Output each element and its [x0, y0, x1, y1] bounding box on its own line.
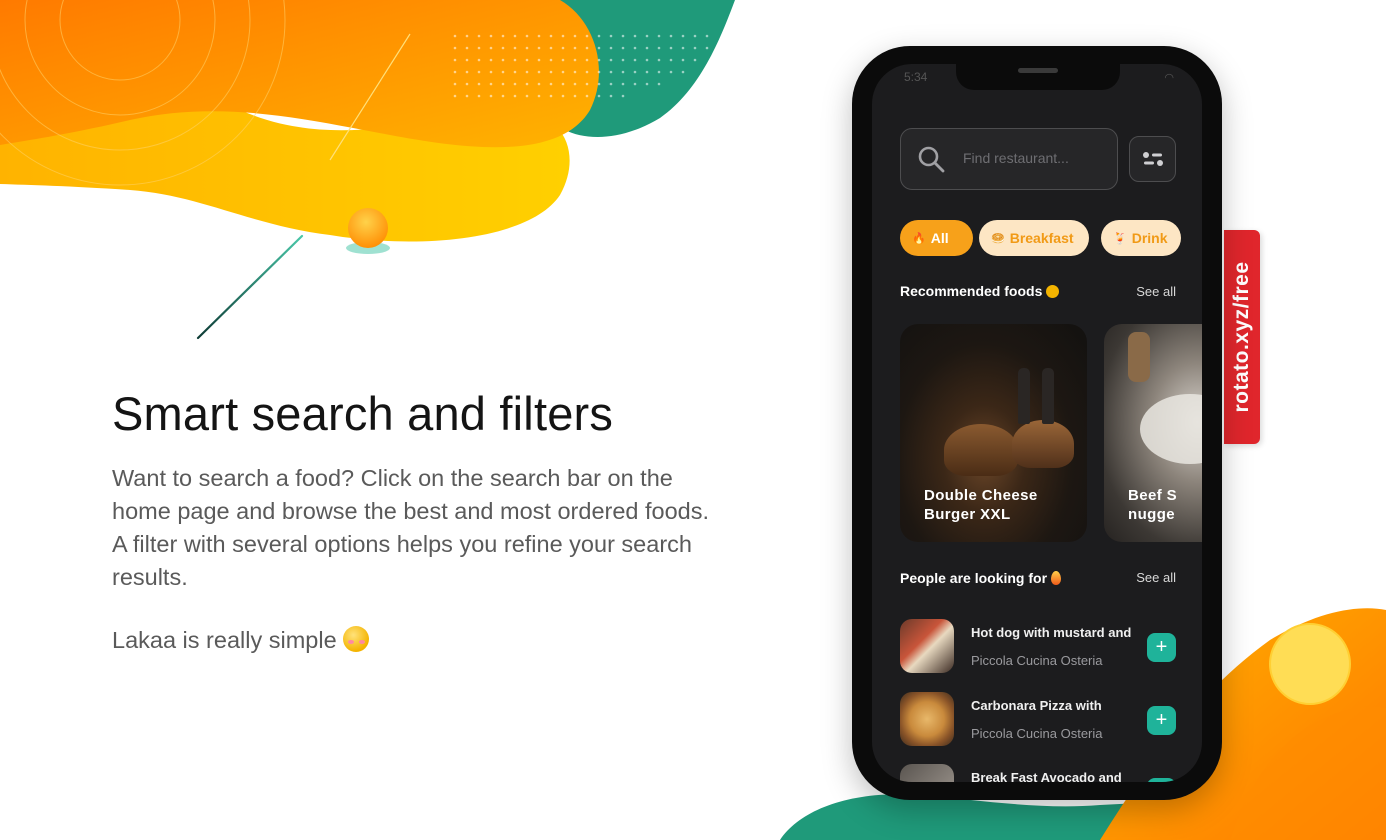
item-name: Break Fast Avocado and: [971, 770, 1122, 782]
search-bar[interactable]: Find restaurant...: [900, 128, 1118, 190]
add-button[interactable]: +: [1147, 778, 1176, 782]
food-card-title-line: Beef S: [1128, 487, 1178, 504]
breakfast-thumbnail: [900, 764, 954, 782]
phone-mockup: 5:34 ◠ Find restaurant... 🔥 All 🥯 Breakf…: [852, 46, 1222, 800]
list-item[interactable]: Carbonara Pizza with Piccola Cucina Oste…: [900, 692, 1176, 748]
phone-notch: [956, 64, 1120, 90]
recommended-title-text: Recommended foods: [900, 283, 1043, 299]
fire-icon: [1051, 571, 1062, 585]
food-card-title-line: Double Cheese: [924, 487, 1038, 504]
add-button[interactable]: +: [1147, 633, 1176, 662]
food-card-title-line: Burger XXL: [924, 506, 1011, 523]
food-card-title: Beef S nugge: [1128, 486, 1177, 524]
drink-icon: 🍹: [1113, 232, 1127, 245]
chip-all[interactable]: 🔥 All: [900, 220, 973, 256]
tagline: Lakaa is really simple: [112, 626, 369, 654]
chip-drink[interactable]: 🍹 Drink: [1101, 220, 1181, 256]
add-button[interactable]: +: [1147, 706, 1176, 735]
pizza-thumbnail: [900, 692, 954, 746]
sliders-icon: [1143, 152, 1163, 166]
looking-for-see-all-link[interactable]: See all: [1136, 570, 1176, 585]
speaker-grille: [1018, 68, 1058, 73]
recommended-see-all-link[interactable]: See all: [1136, 284, 1176, 299]
status-icons: ◠: [1164, 71, 1174, 84]
headline: Smart search and filters: [112, 387, 614, 440]
search-input[interactable]: Find restaurant...: [963, 150, 1069, 166]
hot-dog-thumbnail: [900, 619, 954, 673]
burger-image: [944, 424, 1018, 476]
pepper-mill-image: [1128, 332, 1150, 382]
list-item[interactable]: Break Fast Avocado and +: [900, 764, 1176, 782]
search-icon: [918, 146, 945, 173]
body-text: Want to search a food? Click on the sear…: [112, 465, 710, 590]
app-screen: 5:34 ◠ Find restaurant... 🔥 All 🥯 Breakf…: [872, 64, 1202, 782]
bottle-image: [1018, 368, 1030, 424]
chip-label: Drink: [1131, 230, 1168, 246]
filter-button[interactable]: [1129, 136, 1176, 182]
rotato-ribbon[interactable]: rotato.xyz/free: [1224, 230, 1260, 444]
bottle-image: [1042, 368, 1054, 424]
item-name: Hot dog with mustard and: [971, 625, 1132, 640]
food-card-title-line: nugge: [1128, 506, 1175, 523]
food-card[interactable]: Double Cheese Burger XXL: [900, 324, 1087, 542]
ribbon-text: rotato.xyz/free: [1230, 261, 1253, 413]
item-restaurant: Piccola Cucina Osteria: [971, 726, 1103, 741]
looking-for-title: People are looking for: [900, 570, 1062, 586]
smiling-face-icon: [342, 626, 369, 652]
fire-icon: 🔥: [912, 232, 926, 245]
bread-icon: 🥯: [991, 232, 1005, 245]
plate-image: [1140, 394, 1202, 464]
item-restaurant: Piccola Cucina Osteria: [971, 653, 1103, 668]
chip-label: All: [930, 230, 949, 246]
wifi-icon: ◠: [1164, 72, 1174, 84]
chip-breakfast[interactable]: 🥯 Breakfast: [979, 220, 1089, 256]
burger-image: [1012, 420, 1074, 468]
yum-face-icon: [1046, 285, 1060, 298]
looking-for-title-text: People are looking for: [900, 570, 1048, 586]
chip-label: Breakfast: [1009, 230, 1074, 246]
item-name: Carbonara Pizza with: [971, 698, 1102, 713]
recommended-title: Recommended foods: [900, 283, 1060, 299]
tagline-text: Lakaa is really simple: [112, 627, 337, 653]
food-card-title: Double Cheese Burger XXL: [924, 486, 1038, 524]
food-card[interactable]: Beef S nugge: [1104, 324, 1202, 542]
status-time: 5:34: [904, 70, 928, 84]
list-item[interactable]: Hot dog with mustard and Piccola Cucina …: [900, 619, 1176, 675]
